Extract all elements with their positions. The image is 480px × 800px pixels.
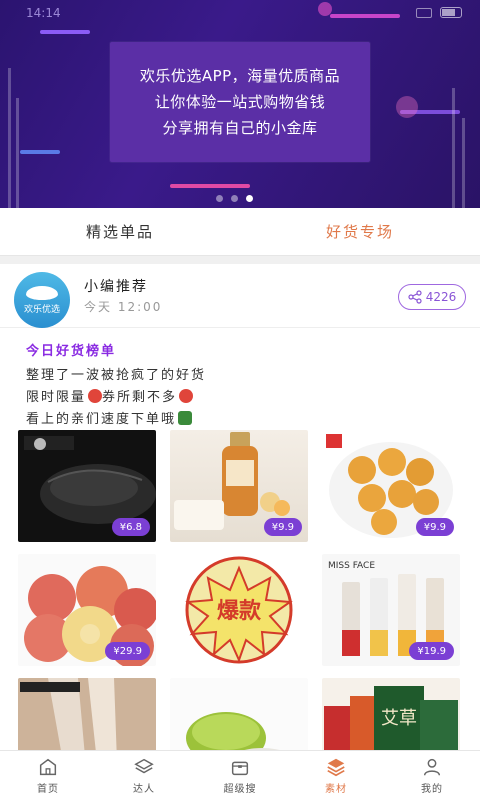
nav-label: 超级搜 bbox=[223, 784, 257, 795]
user-icon bbox=[423, 758, 441, 776]
product-apples[interactable]: ¥29.9 bbox=[18, 554, 156, 666]
price-tag: ¥29.9 bbox=[105, 642, 150, 660]
price-tag: ¥9.9 bbox=[263, 518, 302, 536]
hot-badge-image: 爆款 bbox=[185, 556, 293, 664]
decor-bar bbox=[452, 88, 455, 208]
banner-line: 让你体验一站式购物省钱 bbox=[154, 93, 326, 111]
aicao-label: 艾草 bbox=[381, 708, 417, 729]
share-icon bbox=[408, 290, 422, 304]
price-tag: ¥9.9 bbox=[415, 518, 454, 536]
tab-featured[interactable]: 精选单品 bbox=[0, 208, 240, 255]
avatar-text: 欢乐优选 bbox=[23, 304, 60, 315]
nav-home[interactable]: 首页 bbox=[0, 751, 96, 800]
post-author: 小编推荐 bbox=[84, 279, 148, 295]
post-line: 看上的亲们速度下单哦 bbox=[26, 409, 466, 431]
price-tag: ¥19.9 bbox=[409, 642, 454, 660]
decor-stripe bbox=[40, 30, 90, 34]
section-divider bbox=[0, 256, 480, 264]
content-tabs: 精选单品 好货专场 bbox=[0, 208, 480, 256]
product-toner[interactable]: ¥9.9 bbox=[170, 430, 308, 542]
status-time: 14:14 bbox=[26, 6, 61, 20]
decor-bar bbox=[16, 98, 19, 208]
product-grid: ¥6.8 ¥9.9 ¥9.9 ¥29.9 爆款 MISS FACE ¥19.9 … bbox=[18, 430, 462, 790]
banner-card: 欢乐优选APP，海量优质商品 让你体验一站式购物省钱 分享拥有自己的小金库 bbox=[110, 42, 370, 162]
nav-experts[interactable]: 达人 bbox=[96, 751, 192, 800]
tab-hot-deals[interactable]: 好货专场 bbox=[240, 208, 480, 255]
carousel-indicator[interactable] bbox=[216, 195, 253, 202]
product-missface[interactable]: MISS FACE ¥19.9 bbox=[322, 554, 460, 666]
decor-bar bbox=[8, 68, 11, 208]
carousel-dot-active[interactable] bbox=[246, 195, 253, 202]
decor-stripe bbox=[170, 184, 250, 188]
nav-label: 达人 bbox=[133, 784, 155, 795]
layers-icon bbox=[134, 758, 154, 774]
decor-bar bbox=[462, 118, 465, 208]
status-bar: 14:14 bbox=[0, 4, 480, 24]
price-tag: ¥6.8 bbox=[111, 518, 150, 536]
box-icon bbox=[231, 761, 249, 776]
product-mouse[interactable]: ¥6.8 bbox=[18, 430, 156, 542]
santa-emoji-icon bbox=[88, 389, 103, 403]
post-title: 今日好货榜单 bbox=[26, 344, 117, 359]
share-count: 4226 bbox=[425, 290, 457, 304]
bottom-nav: 首页 达人 超级搜 素材 我的 bbox=[0, 750, 480, 800]
decor-stripe bbox=[20, 150, 60, 154]
logo-fish-icon bbox=[26, 285, 58, 300]
carousel-dot[interactable] bbox=[231, 195, 238, 202]
brand-text: MISS FACE bbox=[328, 561, 375, 571]
carousel-dot[interactable] bbox=[216, 195, 223, 202]
post-text: 今日好货榜单 整理了一波被抢疯了的好货 限时限量 券所剩不多 看上的亲们速度下单哦 bbox=[26, 340, 466, 431]
nav-mine[interactable]: 我的 bbox=[384, 751, 480, 800]
banner-line: 分享拥有自己的小金库 bbox=[162, 119, 318, 137]
nav-label: 素材 bbox=[325, 784, 347, 795]
stack-icon bbox=[327, 758, 345, 777]
nav-label: 我的 bbox=[421, 784, 443, 795]
post-line: 限时限量 券所剩不多 bbox=[26, 387, 466, 409]
post-header: 欢乐优选 小编推荐 今天 12:00 4226 bbox=[0, 264, 480, 328]
hot-badge-text: 爆款 bbox=[217, 598, 262, 624]
nav-label: 首页 bbox=[37, 784, 59, 795]
decor-glow bbox=[396, 96, 418, 118]
signal-icon bbox=[416, 7, 432, 18]
runner-emoji-icon bbox=[178, 411, 193, 425]
share-button[interactable]: 4226 bbox=[398, 284, 466, 310]
home-icon bbox=[39, 758, 57, 776]
battery-icon bbox=[440, 7, 462, 18]
app-root: 14:14 欢乐优选APP，海量优质商品 让你体验一站式购物省钱 分享拥有自己的… bbox=[0, 0, 480, 800]
product-hot-item[interactable]: 爆款 bbox=[170, 554, 308, 666]
nav-super-search[interactable]: 超级搜 bbox=[192, 751, 288, 800]
banner-line: 欢乐优选APP，海量优质商品 bbox=[139, 67, 341, 85]
post-time: 今天 12:00 bbox=[84, 300, 163, 314]
promo-banner[interactable]: 14:14 欢乐优选APP，海量优质商品 让你体验一站式购物省钱 分享拥有自己的… bbox=[0, 0, 480, 208]
avatar[interactable]: 欢乐优选 bbox=[14, 272, 70, 328]
santa-emoji-icon bbox=[179, 389, 194, 403]
nav-materials[interactable]: 素材 bbox=[288, 751, 384, 800]
post-line: 整理了一波被抢疯了的好货 bbox=[26, 368, 207, 383]
product-pastry[interactable]: ¥9.9 bbox=[322, 430, 460, 542]
